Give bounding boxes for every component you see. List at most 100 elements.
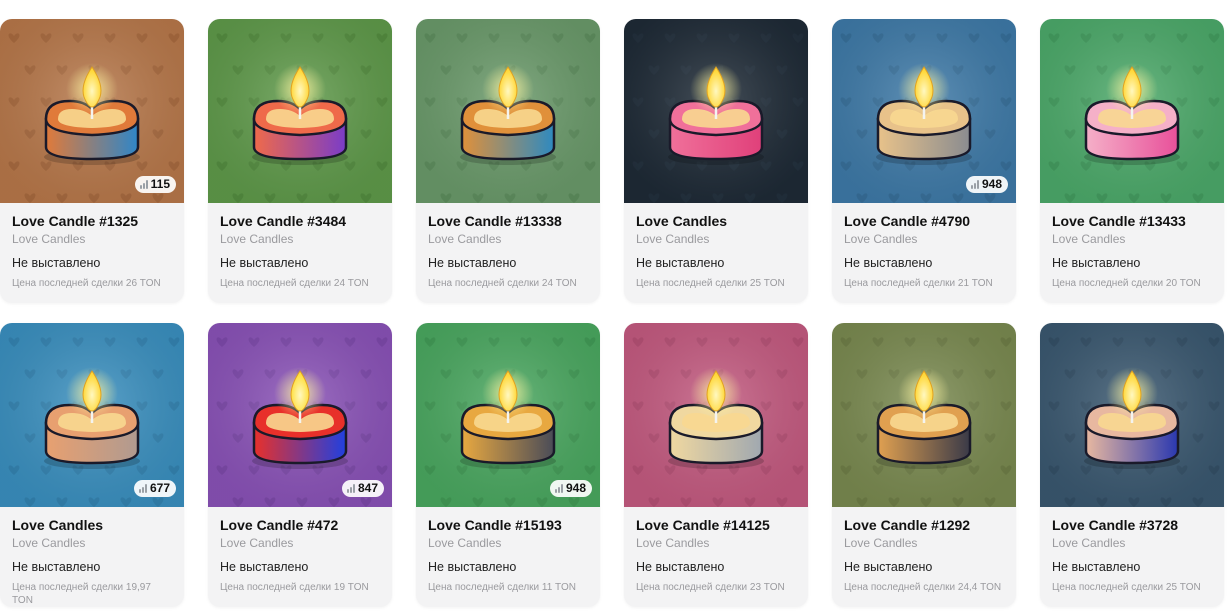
gift-collection: Love Candles xyxy=(428,536,502,550)
listing-status: Не выставлено xyxy=(1052,256,1141,270)
badge-count: 115 xyxy=(150,177,170,191)
gift-card[interactable]: 115 Love Candle #1325 Love Candles Не выс… xyxy=(0,19,184,303)
gift-image: 847 xyxy=(208,323,392,507)
gift-image: 948 xyxy=(416,323,600,507)
listing-status: Не выставлено xyxy=(1052,560,1141,574)
last-sale-price: Цена последней сделки 26 TON xyxy=(12,278,161,289)
listing-status: Не выставлено xyxy=(636,256,725,270)
gift-collection: Love Candles xyxy=(428,232,502,246)
last-sale-price: Цена последней сделки 24 TON xyxy=(428,278,577,289)
gift-info: Love Candle #1292 Love Candles Не выстав… xyxy=(832,507,1016,594)
gift-title: Love Candles xyxy=(636,213,728,229)
signal-bars-icon xyxy=(346,484,355,493)
gift-card[interactable]: Love Candle #14125 Love Candles Не выста… xyxy=(624,323,808,607)
gift-card[interactable]: Love Candle #1292 Love Candles Не выстав… xyxy=(832,323,1016,607)
gift-collection: Love Candles xyxy=(1052,536,1126,550)
gift-collection: Love Candles xyxy=(844,232,918,246)
signal-bars-icon xyxy=(139,180,148,189)
listing-status: Не выставлено xyxy=(428,256,517,270)
gift-title: Love Candles xyxy=(12,517,104,533)
gift-card[interactable]: 948 Love Candle #15193 Love Candles Не вы… xyxy=(416,323,600,607)
gift-info: Love Candle #15193 Love Candles Не выста… xyxy=(416,507,600,594)
gift-collection: Love Candles xyxy=(220,536,294,550)
gift-info: Love Candle #13338 Love Candles Не выста… xyxy=(416,203,600,290)
listing-status: Не выставлено xyxy=(220,256,309,270)
gift-info: Love Candle #472 Love Candles Не выставл… xyxy=(208,507,392,594)
badge-count: 847 xyxy=(357,481,378,495)
gift-title: Love Candle #3728 xyxy=(1052,517,1179,533)
candle-icon xyxy=(668,63,764,165)
gift-info: Love Candles Love Candles Не выставлено … xyxy=(0,507,184,607)
gift-collection: Love Candles xyxy=(12,232,86,246)
gift-card[interactable]: Love Candle #13433 Love Candles Не выста… xyxy=(1040,19,1224,303)
gift-card[interactable]: Love Candle #3728 Love Candles Не выстав… xyxy=(1040,323,1224,607)
gift-title: Love Candle #14125 xyxy=(636,517,770,533)
supply-badge: 677 xyxy=(133,480,176,497)
gift-collection: Love Candles xyxy=(12,536,86,550)
gift-image xyxy=(832,323,1016,507)
listing-status: Не выставлено xyxy=(844,560,933,574)
gift-info: Love Candle #4790 Love Candles Не выстав… xyxy=(832,203,1016,290)
gift-image: 677 xyxy=(0,323,184,507)
gift-card[interactable]: Love Candle #13338 Love Candles Не выста… xyxy=(416,19,600,303)
last-sale-price: Цена последней сделки 19 TON xyxy=(220,582,369,593)
gift-info: Love Candles Love Candles Не выставлено … xyxy=(624,203,808,290)
gift-title: Love Candle #4790 xyxy=(844,213,971,229)
gift-collection: Love Candles xyxy=(636,536,710,550)
candle-icon xyxy=(460,63,556,165)
supply-badge: 115 xyxy=(134,176,176,193)
gift-title: Love Candle #15193 xyxy=(428,517,562,533)
gift-card[interactable]: 677 Love Candles Love Candles Не выставле… xyxy=(0,323,184,607)
last-sale-price: Цена последней сделки 24 TON xyxy=(220,278,369,289)
gift-card[interactable]: 847 Love Candle #472 Love Candles Не выст… xyxy=(208,323,392,607)
badge-count: 948 xyxy=(981,177,1002,191)
last-sale-price: Цена последней сделки 11 TON xyxy=(428,582,576,593)
last-sale-price: Цена последней сделки 25 TON xyxy=(1052,582,1201,593)
gift-card[interactable]: Love Candle #3484 Love Candles Не выстав… xyxy=(208,19,392,303)
candle-icon xyxy=(1084,367,1180,469)
last-sale-price: Цена последней сделки 21 TON xyxy=(844,278,993,289)
signal-bars-icon xyxy=(554,484,563,493)
listing-status: Не выставлено xyxy=(12,256,101,270)
candle-icon xyxy=(252,63,348,165)
signal-bars-icon xyxy=(970,180,979,189)
gift-image: 115 xyxy=(0,19,184,203)
gift-image xyxy=(1040,19,1224,203)
listing-status: Не выставлено xyxy=(220,560,309,574)
listing-status: Не выставлено xyxy=(12,560,101,574)
gift-image: 948 xyxy=(832,19,1016,203)
gift-title: Love Candle #472 xyxy=(220,517,339,533)
gift-title: Love Candle #1292 xyxy=(844,517,971,533)
gift-title: Love Candle #13433 xyxy=(1052,213,1186,229)
gift-info: Love Candle #3728 Love Candles Не выстав… xyxy=(1040,507,1224,594)
gift-image xyxy=(624,323,808,507)
gift-info: Love Candle #13433 Love Candles Не выста… xyxy=(1040,203,1224,290)
gift-card[interactable]: Love Candles Love Candles Не выставлено … xyxy=(624,19,808,303)
gift-card[interactable]: 948 Love Candle #4790 Love Candles Не выс… xyxy=(832,19,1016,303)
gift-info: Love Candle #3484 Love Candles Не выстав… xyxy=(208,203,392,290)
gift-image xyxy=(624,19,808,203)
candle-icon xyxy=(876,367,972,469)
signal-bars-icon xyxy=(138,484,147,493)
supply-badge: 847 xyxy=(341,480,384,497)
last-sale-price: Цена последней сделки 24,4 TON xyxy=(844,582,1002,593)
gift-collection: Love Candles xyxy=(636,232,710,246)
gift-info: Love Candle #1325 Love Candles Не выстав… xyxy=(0,203,184,290)
listing-status: Не выставлено xyxy=(844,256,933,270)
candle-icon xyxy=(1084,63,1180,165)
badge-count: 948 xyxy=(565,481,586,495)
gift-title: Love Candle #13338 xyxy=(428,213,562,229)
gift-grid: 115 Love Candle #1325 Love Candles Не выс… xyxy=(0,19,1224,607)
listing-status: Не выставлено xyxy=(636,560,725,574)
gift-title: Love Candle #1325 xyxy=(12,213,139,229)
gift-collection: Love Candles xyxy=(220,232,294,246)
gift-image xyxy=(1040,323,1224,507)
gift-collection: Love Candles xyxy=(844,536,918,550)
gift-image xyxy=(416,19,600,203)
gift-title: Love Candle #3484 xyxy=(220,213,347,229)
badge-count: 677 xyxy=(149,481,170,495)
gift-info: Love Candle #14125 Love Candles Не выста… xyxy=(624,507,808,594)
last-sale-price: Цена последней сделки 25 TON xyxy=(636,278,785,289)
last-sale-price: Цена последней сделки 19,97 TON xyxy=(12,582,151,606)
candle-icon xyxy=(668,367,764,469)
